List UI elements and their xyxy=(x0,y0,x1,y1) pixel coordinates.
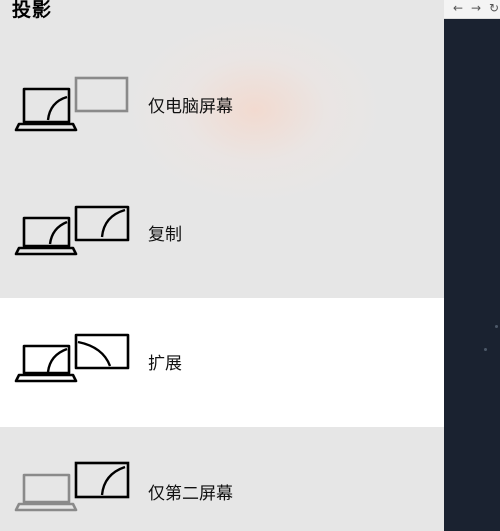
forward-arrow-icon[interactable]: → xyxy=(471,0,481,18)
back-arrow-icon[interactable]: ← xyxy=(453,0,463,18)
background-browser-window: ← → ↻ xyxy=(444,0,500,531)
option-second-screen-only[interactable]: 仅第二屏幕 xyxy=(0,427,444,531)
second-screen-only-icon xyxy=(14,461,130,512)
browser-toolbar: ← → ↻ xyxy=(444,0,500,19)
option-label: 仅电脑屏幕 xyxy=(148,97,233,117)
flyout-title: 投影 xyxy=(12,0,53,21)
project-flyout: 投影 仅电脑屏幕 复制 扩展 仅第二屏幕 xyxy=(0,0,444,531)
option-label: 复制 xyxy=(148,225,182,245)
duplicate-icon xyxy=(14,205,130,256)
decorative-dot xyxy=(495,325,498,328)
option-label: 仅第二屏幕 xyxy=(148,484,233,504)
pc-screen-only-icon xyxy=(14,76,129,132)
option-label: 扩展 xyxy=(148,354,182,374)
option-extend[interactable]: 扩展 xyxy=(0,298,444,427)
option-duplicate[interactable]: 复制 xyxy=(0,172,444,298)
extend-icon xyxy=(14,333,130,383)
option-pc-screen-only[interactable]: 仅电脑屏幕 xyxy=(0,48,444,168)
decorative-dot xyxy=(484,348,487,351)
screen: 投影 仅电脑屏幕 复制 扩展 仅第二屏幕 ← → ↻ xyxy=(0,0,500,531)
reload-icon[interactable]: ↻ xyxy=(489,0,499,18)
